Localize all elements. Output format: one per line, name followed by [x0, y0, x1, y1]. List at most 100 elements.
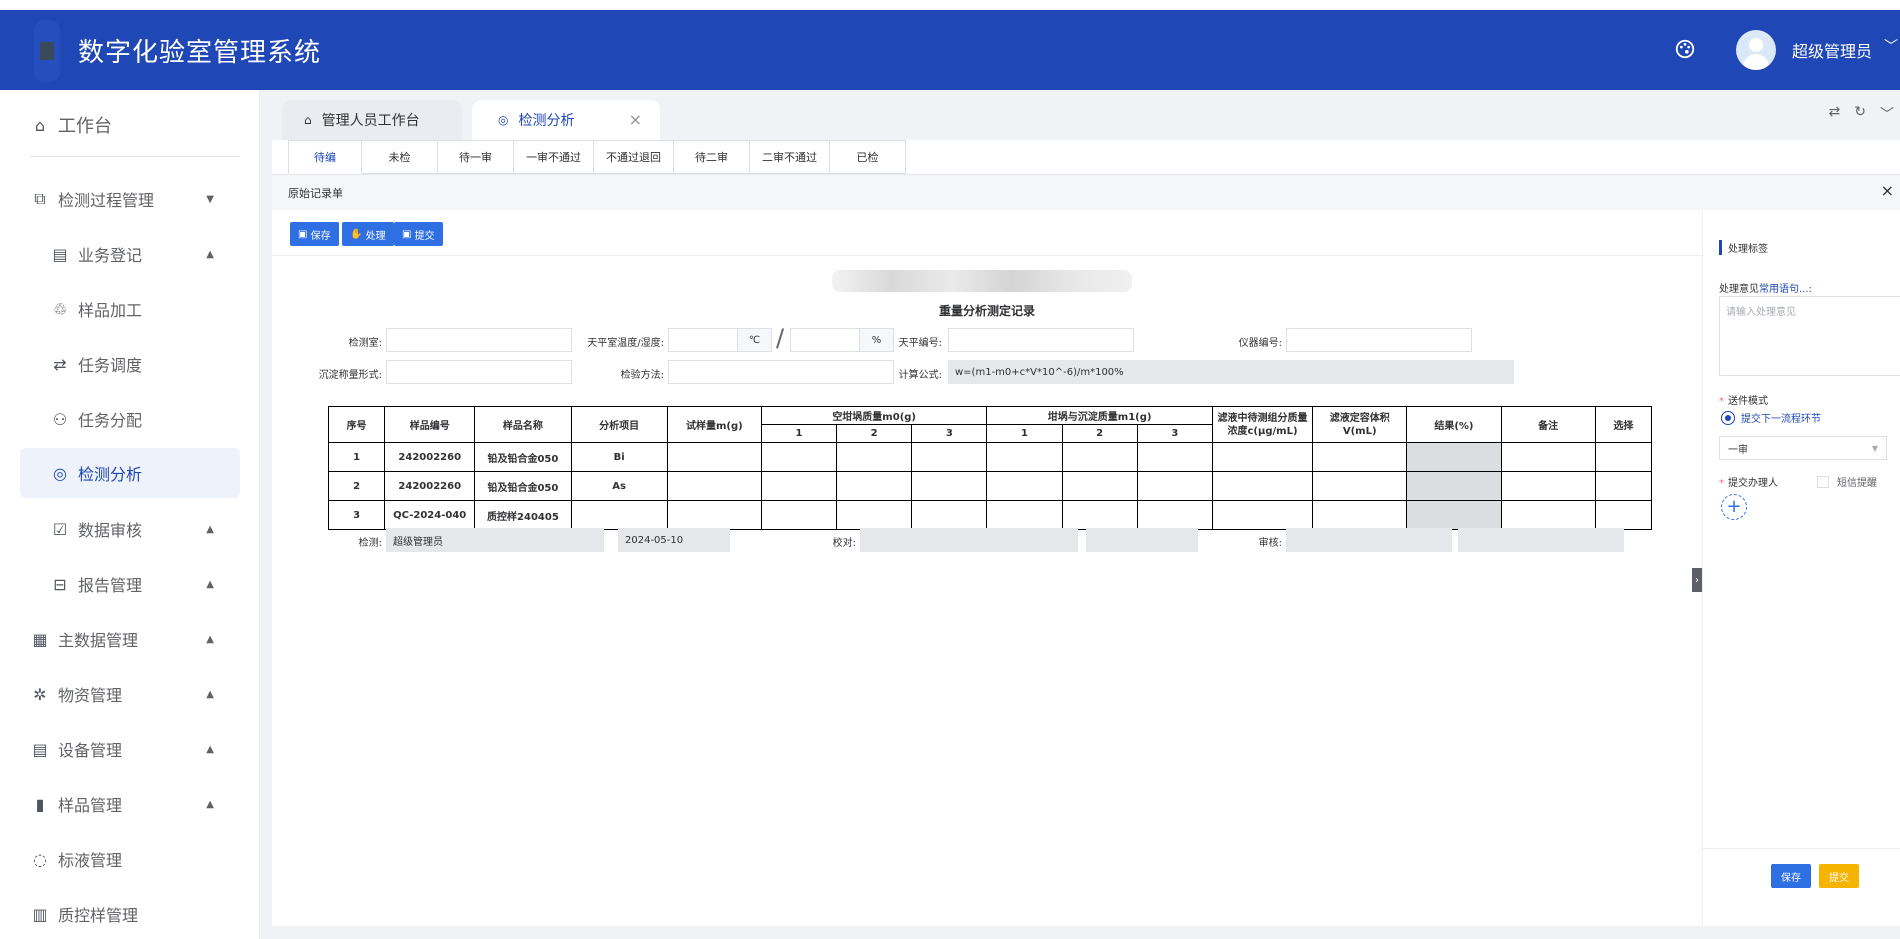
sidebar-item-sample-processing[interactable]: ♲ 样品加工 [20, 284, 240, 334]
sidebar-item-materials[interactable]: ✲ 物资管理 ▲ [20, 669, 240, 719]
cell-conc-input[interactable] [1211, 471, 1314, 501]
tab-status-first-review[interactable]: 待一审 [438, 140, 514, 174]
cell-select[interactable] [1594, 471, 1653, 501]
sidebar-item-process[interactable]: ⧉ 检测过程管理 ▼ [20, 174, 240, 224]
mode-radio[interactable]: 提交下一流程环节 [1721, 410, 1821, 425]
cell-m0-1-input[interactable] [760, 471, 838, 501]
instrument-no-input[interactable] [1286, 328, 1472, 352]
cell-select[interactable] [1594, 500, 1653, 530]
add-handler-button[interactable]: + [1721, 494, 1747, 520]
cell-remark-input[interactable] [1500, 442, 1596, 472]
sidebar-item-label: 设备管理 [58, 741, 123, 760]
sidebar-item-samples[interactable]: ▮ 样品管理 ▲ [20, 779, 240, 829]
swap-icon[interactable]: ⇄ [1829, 104, 1841, 124]
sidebar-item-task-assign[interactable]: ⚇ 任务分配 [20, 394, 240, 444]
lab-input[interactable] [386, 328, 572, 352]
reviewer-field[interactable] [1286, 528, 1452, 552]
tab-status-second-rejected[interactable]: 二审不通过 [750, 140, 830, 174]
tab-status-second-review[interactable]: 待二审 [674, 140, 750, 174]
humidity-input[interactable] [790, 328, 860, 352]
cell-m1-1-input[interactable] [986, 471, 1063, 501]
sidebar-item-task-dispatch[interactable]: ⇄ 任务调度 [20, 339, 240, 389]
cell-m0-3-input[interactable] [911, 500, 988, 530]
checker-field[interactable] [860, 528, 1078, 552]
method-input[interactable] [668, 360, 894, 384]
collapse-handle[interactable]: › [1692, 568, 1702, 592]
palette-icon[interactable] [1672, 38, 1698, 64]
handler-label: * 提交办理人 [1719, 478, 1778, 489]
tab-detection[interactable]: ◎ 检测分析 × [472, 100, 660, 140]
main-area: ⌂ 管理人员工作台 ◎ 检测分析 × ⇄ ↻ ﹀ 待编 未检 待一审 一审不通过… [260, 90, 1900, 939]
tab-status-tested[interactable]: 已检 [830, 140, 906, 174]
refresh-icon[interactable]: ↻ [1854, 104, 1866, 124]
panel-submit-button[interactable]: 提交 [1819, 864, 1859, 888]
sidebar-item-report[interactable]: ⊟ 报告管理 ▲ [20, 559, 240, 609]
chevron-down-icon[interactable]: ﹀ [1880, 104, 1894, 124]
sidebar-item-detection-analysis[interactable]: ◎ 检测分析 [20, 448, 240, 498]
table-row: 2 242002260 铅及铅合金050 As [327, 471, 1653, 501]
cell-conc-input[interactable] [1211, 442, 1314, 472]
balance-no-input[interactable] [948, 328, 1134, 352]
cell-m1-2-input[interactable] [1061, 442, 1138, 472]
checker-date-field[interactable] [1086, 528, 1198, 552]
sidebar-item-data-review[interactable]: ☑ 数据审核 ▲ [20, 504, 240, 554]
cell-m0-3-input[interactable] [911, 471, 988, 501]
sidebar-item-label: 标液管理 [58, 851, 123, 870]
cell-remark-input[interactable] [1500, 471, 1596, 501]
cell-m1-2-input[interactable] [1061, 471, 1138, 501]
cell-mass-input[interactable] [666, 500, 762, 530]
cell-remark-input[interactable] [1500, 500, 1596, 530]
temperature-input[interactable] [668, 328, 738, 352]
cell-vol-input[interactable] [1312, 442, 1408, 472]
tab-status-first-rejected[interactable]: 一审不通过 [514, 140, 594, 174]
next-step-select[interactable]: 一审 ▼ [1719, 436, 1887, 460]
precipitate-form-input[interactable] [386, 360, 572, 384]
tab-home[interactable]: ⌂ 管理人员工作台 [282, 100, 462, 140]
cell-m1-3-input[interactable] [1136, 471, 1213, 501]
chevron-down-icon[interactable]: ﹀ [1884, 36, 1898, 56]
cell-m0-1-input[interactable] [760, 442, 838, 472]
cell-m1-2-input[interactable] [1061, 500, 1138, 530]
sidebar-item-master-data[interactable]: ▦ 主数据管理 ▲ [20, 614, 240, 664]
tab-status-untested[interactable]: 未检 [362, 140, 438, 174]
cell-m1-3-input[interactable] [1136, 500, 1213, 530]
sms-checkbox[interactable]: 短信提醒 [1817, 474, 1877, 489]
chevron-down-icon: ▼ [206, 193, 214, 205]
th-sample-no: 样品编号 [384, 406, 476, 443]
sidebar-item-register[interactable]: ▤ 业务登记 ▲ [20, 229, 240, 279]
cell-m1-1-input[interactable] [986, 500, 1063, 530]
cell-select[interactable] [1594, 442, 1653, 472]
cell-mass-input[interactable] [666, 442, 762, 472]
sidebar-item-qc-sample[interactable]: ▥ 质控样管理 [20, 889, 240, 939]
save-button[interactable]: ▣ 保存 [290, 222, 339, 246]
cell-m1-3-input[interactable] [1136, 442, 1213, 472]
tab-status-returned[interactable]: 不通过退回 [594, 140, 674, 174]
submit-button[interactable]: ▣ 提交 [394, 222, 443, 246]
opinion-textarea[interactable]: 请输入处理意见 [1719, 296, 1900, 376]
cell-m1-1-input[interactable] [986, 442, 1063, 472]
close-icon[interactable]: × [1881, 181, 1894, 200]
panel-footer-divider [1703, 848, 1900, 849]
cell-vol-input[interactable] [1312, 471, 1408, 501]
record-title: 原始记录单 [288, 187, 343, 200]
cell-conc-input[interactable] [1211, 500, 1314, 530]
common-phrases-link[interactable]: 常用语句...: [1759, 284, 1812, 295]
sidebar-item-standard-solution[interactable]: ◌ 标液管理 [20, 834, 240, 884]
cell-m0-2-input[interactable] [836, 500, 913, 530]
cell-vol-input[interactable] [1312, 500, 1408, 530]
user-name[interactable]: 超级管理员 [1792, 38, 1872, 62]
reviewer-date-field[interactable] [1458, 528, 1624, 552]
process-button[interactable]: ✋ 处理 [342, 222, 394, 246]
tab-status-draft[interactable]: 待编 [288, 140, 362, 174]
panel-save-button[interactable]: 保存 [1771, 864, 1811, 888]
cell-m0-1-input[interactable] [760, 500, 838, 530]
cell-m0-3-input[interactable] [911, 442, 988, 472]
cell-mass-input[interactable] [666, 471, 762, 501]
avatar[interactable] [1736, 30, 1776, 70]
test-date-field[interactable]: 2024-05-10 [618, 528, 730, 552]
sidebar-item-equipment[interactable]: ▤ 设备管理 ▲ [20, 724, 240, 774]
cell-m0-2-input[interactable] [836, 442, 913, 472]
cell-m0-2-input[interactable] [836, 471, 913, 501]
sidebar-item-workbench[interactable]: ⌂ 工作台 [20, 100, 240, 150]
close-icon[interactable]: × [629, 110, 642, 129]
